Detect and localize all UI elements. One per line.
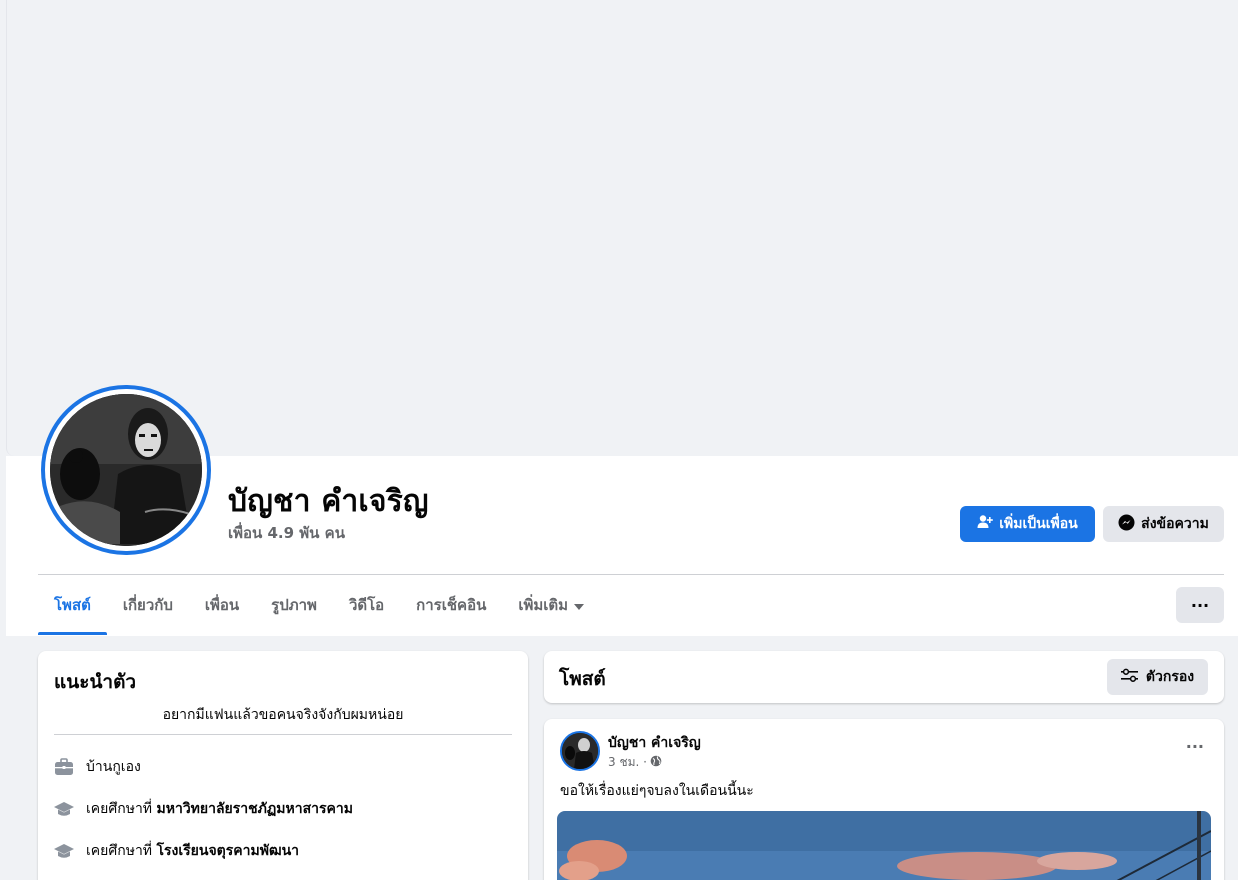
caret-down-icon [574,596,585,614]
education-prefix: เคยศึกษาที่ [86,843,153,859]
education-school-link[interactable]: โรงเรียนจตุรคามพัฒนา [157,843,300,859]
intro-item-text: บ้านกูเอง [86,759,141,775]
post-text: ขอให้เรื่องแย่ๆจบลงในเดือนนี้นะ [560,783,754,799]
tab-label: รูปภาพ [271,596,317,614]
tab-label: เกี่ยวกับ [122,596,173,614]
tab-label: โพสต์ [54,596,91,614]
intro-item-text: เคยศึกษาที่ มหาวิทยาลัยราชภัฏมหาสารคาม [86,798,353,820]
intro-item-education: เคยศึกษาที่ โรงเรียนจตุรคามพัฒนา [54,840,299,862]
post-meta: 3 ชม. · [608,753,662,772]
filter-sliders-icon [1120,668,1138,686]
graduation-cap-icon [54,841,74,861]
intro-title: แนะนำตัว [54,671,137,693]
tab-label: วิดีโอ [348,596,385,614]
add-friend-button[interactable]: เพิ่มเป็นเพื่อน [960,506,1095,542]
posts-title: โพสต์ [559,668,606,690]
tab-more[interactable]: เพิ่มเติม [502,576,600,634]
filter-button[interactable]: ตัวกรอง [1107,659,1208,695]
intro-bio: อยากมีแฟนแล้วขอคนจริงจังกับผมหน่อย [162,707,404,723]
profile-avatar[interactable] [41,385,211,555]
education-school-link[interactable]: มหาวิทยาลัยราชภัฏมหาสารคาม [157,801,353,817]
post-card: บัญชา คำเจริญ 3 ชม. · ··· ขอให้เรื่องแย่… [544,719,1224,880]
intro-divider [54,734,512,735]
intro-item-text: เคยศึกษาที่ โรงเรียนจตุรคามพัฒนา [86,840,299,862]
intro-item-workplace: บ้านกูเอง [54,756,141,778]
tab-photos[interactable]: รูปภาพ [255,576,333,634]
profile-name: บัญชา คำเจริญ [228,484,429,519]
education-prefix: เคยศึกษาที่ [86,801,153,817]
add-friend-label: เพิ่มเป็นเพื่อน [999,516,1078,532]
message-button[interactable]: ส่งข้อความ [1103,506,1224,542]
tab-checkins[interactable]: การเช็คอิน [400,576,502,634]
intro-card: แนะนำตัว อยากมีแฟนแล้วขอคนจริงจังกับผมหน… [38,651,528,880]
post-timestamp[interactable]: 3 ชม. · [608,753,647,772]
tab-videos[interactable]: วิดีโอ [333,576,400,634]
header-divider [38,574,1224,575]
posts-header-card: โพสต์ ตัวกรอง [544,651,1224,703]
intro-item-education: เคยศึกษาที่ มหาวิทยาลัยราชภัฏมหาสารคาม [54,798,353,820]
tab-posts[interactable]: โพสต์ [38,576,107,635]
avatar-image [50,394,202,546]
tab-friends[interactable]: เพื่อน [189,576,255,634]
messenger-icon [1118,514,1135,535]
post-image[interactable] [557,811,1211,880]
filter-label: ตัวกรอง [1145,669,1195,685]
message-label: ส่งข้อความ [1141,516,1209,532]
globe-icon [650,755,662,770]
friends-count[interactable]: เพื่อน 4.9 พัน คน [228,521,345,545]
tab-label: เพื่อน [204,596,240,614]
tab-about[interactable]: เกี่ยวกับ [107,576,189,634]
add-friend-icon [977,514,994,534]
post-author-name[interactable]: บัญชา คำเจริญ [608,732,701,754]
graduation-cap-icon [54,799,74,819]
post-more-options-button[interactable]: ··· [1186,737,1204,756]
post-author-avatar[interactable] [560,731,600,771]
tab-label: การเช็คอิน [416,596,487,614]
profile-more-options-button[interactable]: ··· [1176,587,1224,623]
cover-photo[interactable] [6,0,1238,456]
profile-tabs: โพสต์ เกี่ยวกับ เพื่อน รูปภาพ วิดีโอ การ… [38,576,600,635]
briefcase-icon [54,757,74,777]
tab-label: เพิ่มเติม [518,596,569,614]
